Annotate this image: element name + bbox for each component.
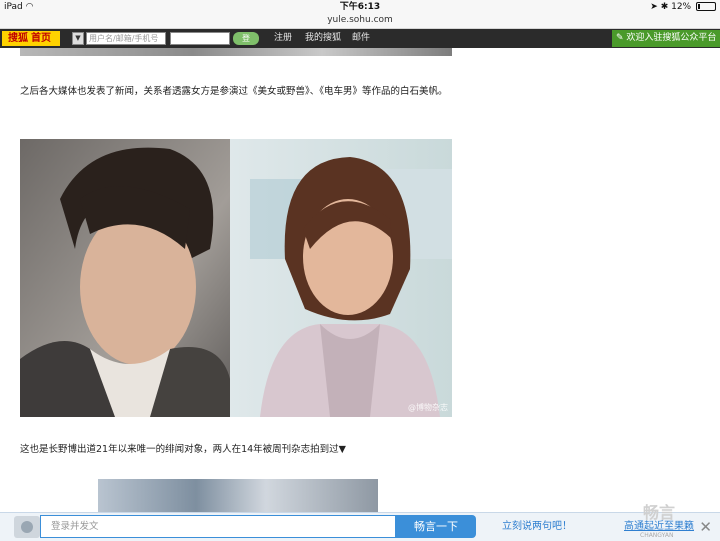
mail-link[interactable]: 邮件 <box>352 29 370 48</box>
battery-percent: 12% <box>671 2 692 12</box>
register-link[interactable]: 注册 <box>274 29 292 48</box>
comment-prompt-link[interactable]: 立刻说两句吧！ <box>502 513 572 541</box>
username-placeholder: 用户名/邮箱/手机号 <box>89 34 159 43</box>
password-input[interactable] <box>170 32 230 45</box>
avatar[interactable] <box>14 516 40 538</box>
url-text[interactable]: yule.sohu.com <box>327 15 393 25</box>
status-time: 下午6:13 <box>339 2 381 12</box>
login-button[interactable]: 登 <box>233 32 259 45</box>
changyan-logo-sub: CHANGYAN <box>640 532 674 539</box>
article-photo[interactable]: @博物杂志 <box>20 139 452 417</box>
sohu-logo[interactable]: 搜狐 首页 <box>2 31 60 46</box>
sohu-top-nav: 搜狐 首页 ▼ 用户名/邮箱/手机号 登 注册 我的搜狐 邮件 ✎ 欢迎入驻搜狐公… <box>0 29 720 48</box>
my-sohu-link[interactable]: 我的搜狐 <box>305 29 341 48</box>
article-paragraph-2: 这也是长野博出道21年以来唯一的绯闻对象，两人在14年被周刊杂志拍到过▼ <box>20 444 346 455</box>
battery-fill <box>698 4 700 9</box>
logo-text: 搜狐 <box>8 33 28 44</box>
bluetooth-icon: ✱ <box>660 2 669 12</box>
home-link[interactable]: 首页 <box>31 33 51 44</box>
photo-illustration <box>20 139 452 417</box>
join-platform-label: 欢迎入驻搜狐公众平台 <box>626 33 717 43</box>
photo-watermark: @博物杂志 <box>408 403 448 412</box>
chevron-down-icon: ▼ <box>75 34 81 42</box>
changyan-logo: 畅言 <box>643 503 676 522</box>
location-icon: ➤ <box>650 2 658 12</box>
submit-comment-button[interactable]: 畅言一下 <box>396 515 476 538</box>
edit-icon: ✎ <box>616 33 624 43</box>
account-type-dropdown[interactable]: ▼ <box>72 32 84 45</box>
comment-bar: 登录并发文 畅言一下 立刻说两句吧！ 高通起近至果籁 畅言 CHANGYAN ✕ <box>0 503 720 541</box>
status-bar: iPad ◠ 下午6:13 ➤ ✱ 12% <box>0 0 720 14</box>
status-bar-right: ➤ ✱ 12% <box>650 0 716 14</box>
battery-icon <box>696 2 716 11</box>
article-paragraph: 之后各大媒体也发表了新闻，关系者透露女方是参演过《美女或野兽》、《电车男》等作品… <box>20 86 448 97</box>
previous-article-image <box>20 48 452 56</box>
join-platform-button[interactable]: ✎ 欢迎入驻搜狐公众平台 <box>612 30 720 47</box>
close-icon[interactable]: ✕ <box>699 513 712 541</box>
comment-input[interactable]: 登录并发文 <box>40 515 396 538</box>
username-input[interactable]: 用户名/邮箱/手机号 <box>86 32 166 45</box>
address-bar[interactable]: yule.sohu.com <box>0 14 720 29</box>
